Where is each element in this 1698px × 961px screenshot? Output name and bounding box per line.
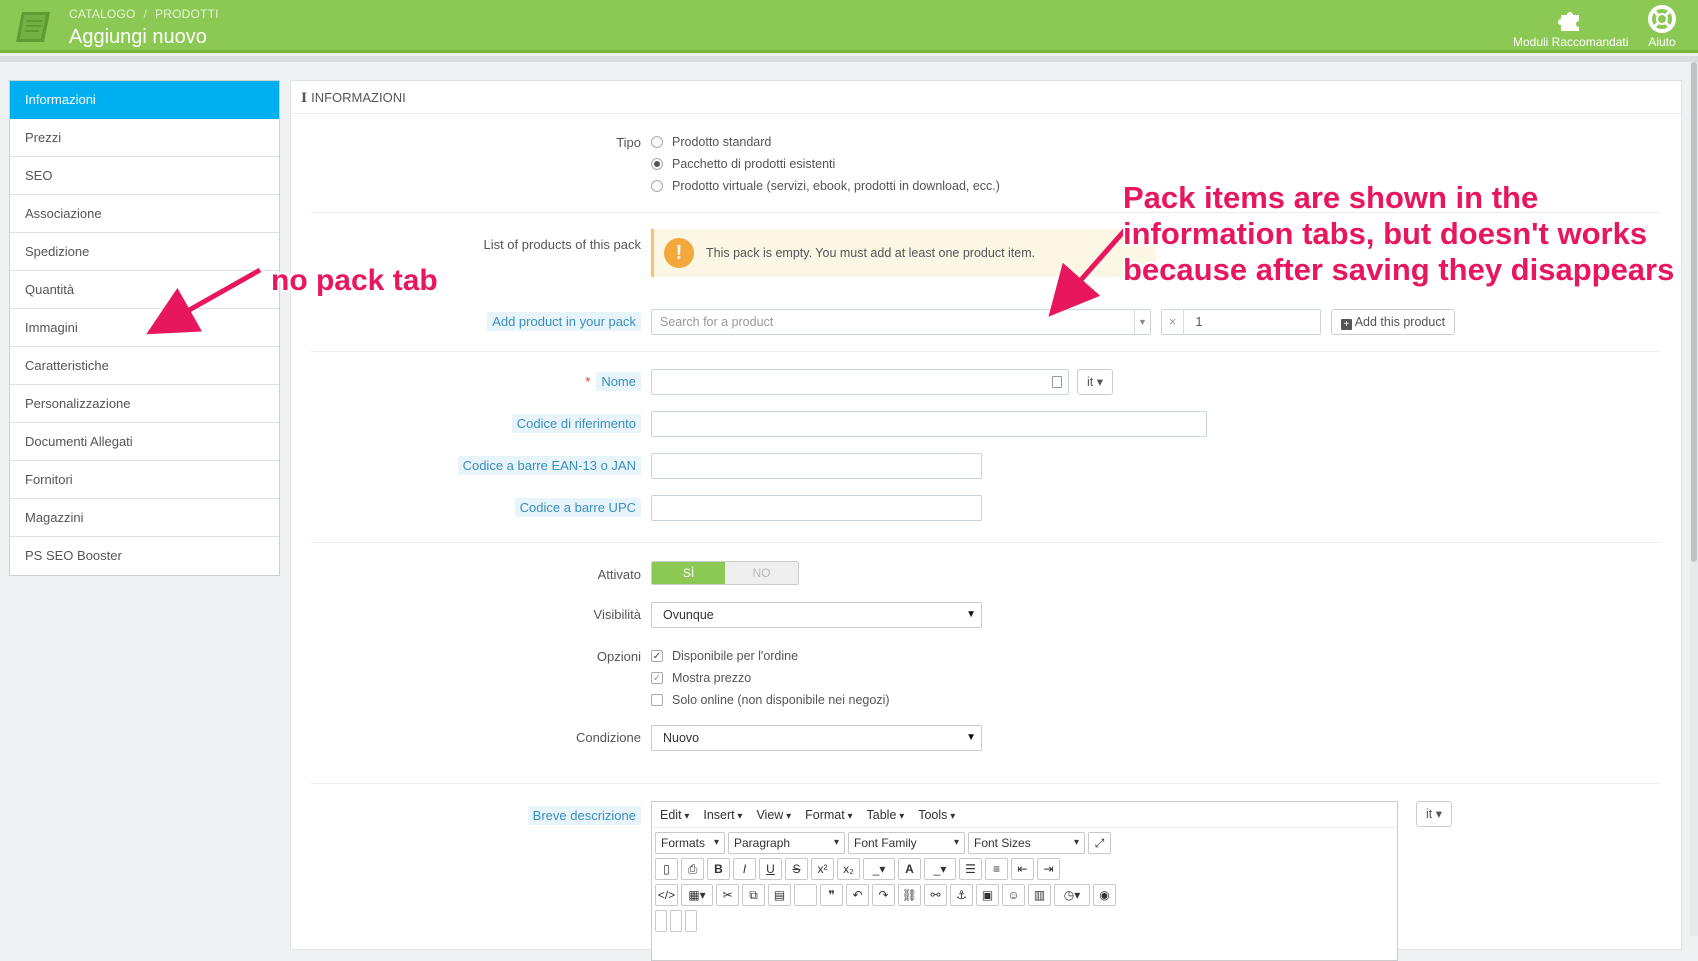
annotation-arrows [146, 228, 1127, 335]
annotation-line-2: information tabs, but doesn't works [1123, 216, 1648, 251]
annotation-no-pack-tab: no pack tab [271, 264, 438, 297]
annotation-arrow-left [146, 267, 262, 335]
annotation-line-1: Pack items are shown in the [1123, 180, 1539, 215]
annotation-pack-items: Pack items are shown in the information … [1123, 180, 1674, 288]
annotation-arrow-right [1048, 228, 1127, 317]
annotation-line-3: because after saving they disappears [1123, 252, 1675, 287]
